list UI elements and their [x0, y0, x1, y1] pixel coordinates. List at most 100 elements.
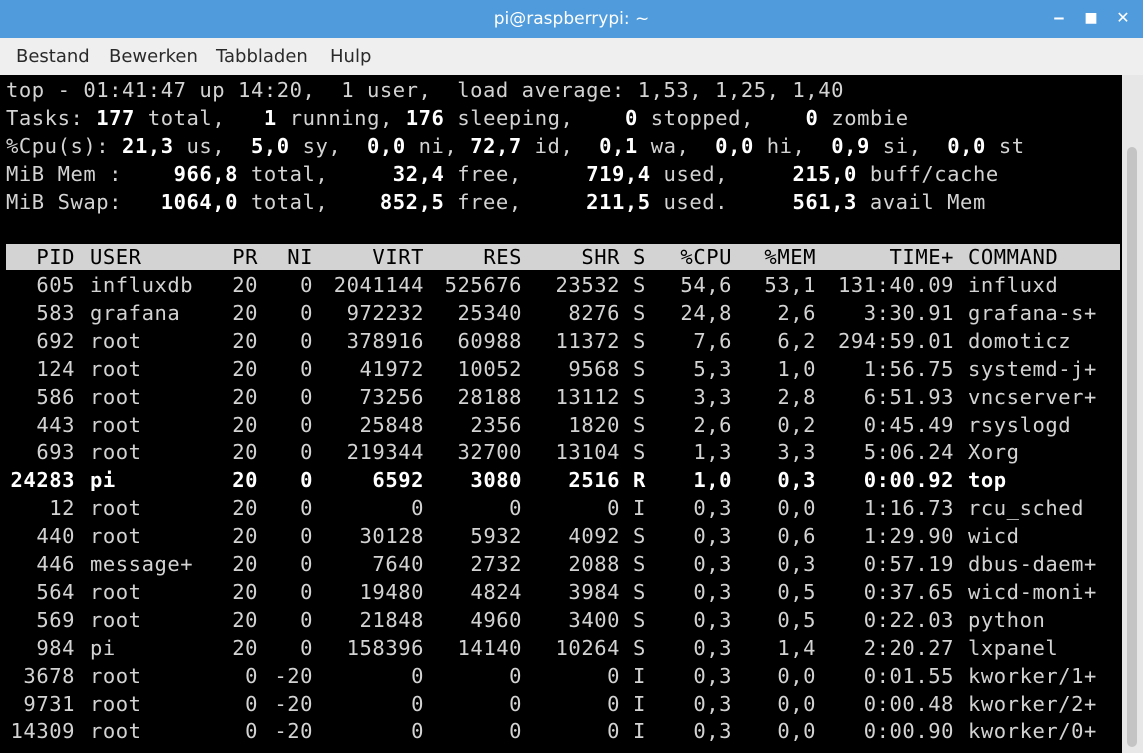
cell-res: 2356 [470, 412, 522, 437]
vertical-scrollbar[interactable] [1122, 75, 1143, 753]
close-icon[interactable]: ✕ [1111, 6, 1135, 30]
cell-state: S [633, 524, 646, 549]
cell-res: 0 [509, 663, 522, 688]
cell-pid: 443 [36, 412, 75, 437]
cell-virt: 378916 [346, 328, 424, 353]
cell-command: Xorg [968, 440, 1020, 465]
cell-time: 294:59.01 [837, 328, 954, 353]
cell-pid: 693 [36, 440, 75, 465]
cell-shr: 11372 [555, 328, 620, 353]
cell-ni: 0 [300, 496, 313, 521]
cell-virt: 0 [411, 496, 424, 521]
maximize-icon[interactable]: ■ [1079, 6, 1103, 30]
scrollbar-thumb[interactable] [1127, 147, 1137, 747]
cell-res: 4960 [470, 607, 522, 632]
cell-pid: 9731 [23, 691, 75, 716]
menu-bewerken[interactable]: Bewerken [109, 46, 198, 67]
cell-cpu: 0,3 [693, 579, 732, 604]
cell-pid: 564 [36, 579, 75, 604]
cell-shr: 0 [607, 691, 620, 716]
cell-pid: 583 [36, 300, 75, 325]
cell-command: kworker/2+ [968, 691, 1097, 716]
cell-state: S [633, 440, 646, 465]
cell-pid: 3678 [23, 663, 75, 688]
cell-state: I [633, 663, 646, 688]
cell-virt: 0 [411, 663, 424, 688]
cell-command: kworker/1+ [968, 663, 1097, 688]
cell-shr: 1820 [568, 412, 620, 437]
cell-user: root [90, 440, 142, 465]
col-pid: PID [36, 245, 75, 269]
cell-mem: 0,6 [777, 524, 816, 549]
cell-mem: 3,3 [777, 440, 816, 465]
col-command: COMMAND [968, 245, 1059, 269]
cell-shr: 13112 [555, 384, 620, 409]
cell-shr: 0 [607, 496, 620, 521]
cell-shr: 3400 [568, 607, 620, 632]
cell-state: S [633, 300, 646, 325]
cell-mem: 0,0 [777, 691, 816, 716]
cell-pr: 20 [232, 384, 258, 409]
cell-mem: 0,3 [777, 468, 816, 493]
cell-ni: 0 [300, 552, 313, 576]
cell-user: root [90, 328, 142, 353]
window-titlebar[interactable]: pi@raspberrypi: ~ ‒ ■ ✕ [0, 0, 1143, 38]
cell-ni: -20 [274, 663, 313, 688]
cell-virt: 6592 [372, 468, 424, 493]
cell-mem: 2,6 [777, 300, 816, 325]
cell-time: 2:20.27 [863, 635, 954, 660]
cell-ni: 0 [300, 440, 313, 465]
cell-pr: 20 [232, 273, 258, 297]
cell-user: root [90, 412, 142, 437]
cell-res: 525676 [444, 273, 522, 297]
cell-ni: 0 [300, 524, 313, 549]
menu-bar: Bestand Bewerken Tabbladen Hulp [0, 38, 1143, 76]
menu-tabbladen[interactable]: Tabbladen [216, 46, 308, 67]
summary-swap-line: MiB Swap: 1064,0 total, 852,5 free, 211,… [6, 190, 986, 214]
cell-pid: 14309 [10, 719, 75, 744]
cell-virt: 19480 [359, 579, 424, 604]
cell-res: 14140 [457, 635, 522, 660]
cell-shr: 4092 [568, 524, 620, 549]
cell-user: root [90, 719, 142, 744]
cell-cpu: 0,3 [693, 691, 732, 716]
cell-cpu: 7,6 [693, 328, 732, 353]
cell-cpu: 0,3 [693, 719, 732, 744]
cell-user: root [90, 384, 142, 409]
cell-pr: 20 [232, 607, 258, 632]
cell-user: pi [90, 635, 116, 660]
cell-state: I [633, 691, 646, 716]
cell-cpu: 5,3 [693, 356, 732, 381]
cell-state: R [633, 468, 646, 493]
cell-time: 131:40.09 [837, 273, 954, 297]
cell-time: 1:16.73 [863, 496, 954, 521]
cell-command: dbus-daem+ [968, 552, 1097, 576]
cell-pr: 0 [245, 663, 258, 688]
cell-time: 0:01.55 [863, 663, 954, 688]
cell-pid: 446 [36, 552, 75, 576]
cell-command: rsyslogd [968, 412, 1072, 437]
cell-state: S [633, 273, 646, 297]
menu-bestand[interactable]: Bestand [16, 46, 90, 67]
cell-user: influxdb [90, 273, 194, 297]
menu-hulp[interactable]: Hulp [330, 46, 371, 67]
cell-virt: 2041144 [333, 273, 424, 297]
cell-res: 25340 [457, 300, 522, 325]
minimize-icon[interactable]: ‒ [1047, 6, 1071, 30]
cell-command: domoticz [968, 328, 1072, 353]
cell-virt: 158396 [346, 635, 424, 660]
cell-user: root [90, 356, 142, 381]
cell-mem: 0,0 [777, 719, 816, 744]
cell-pid: 440 [36, 524, 75, 549]
cell-cpu: 54,6 [680, 273, 732, 297]
cell-res: 0 [509, 719, 522, 744]
cell-mem: 0,0 [777, 496, 816, 521]
col-mem: %MEM [764, 245, 816, 269]
cell-pr: 20 [232, 579, 258, 604]
cell-state: I [633, 496, 646, 521]
cell-user: root [90, 496, 142, 521]
cell-mem: 0,5 [777, 607, 816, 632]
cell-mem: 0,3 [777, 552, 816, 576]
cell-shr: 13104 [555, 440, 620, 465]
terminal-area[interactable]: top - 01:41:47 up 14:20, 1 user, load av… [0, 75, 1122, 753]
